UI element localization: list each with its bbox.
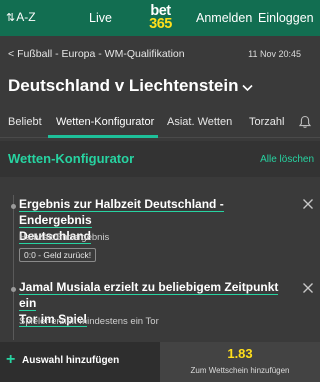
az-menu-button[interactable]: ⇅ A-Z xyxy=(6,10,36,24)
timeline-dot xyxy=(11,204,16,209)
live-link[interactable]: Live xyxy=(89,11,112,25)
einloggen-button[interactable]: Einloggen xyxy=(258,11,314,25)
bet365-logo[interactable]: bet 365 xyxy=(139,0,182,36)
logo-text-bottom: 365 xyxy=(149,16,172,32)
bell-icon[interactable] xyxy=(298,115,312,129)
breadcrumb-text: Fußball - Europa - WM-Qualifikation xyxy=(17,48,185,60)
combined-odds: 1.83 xyxy=(227,346,253,361)
selection-title-line: Jamal Musiala erzielt zu beliebigem Zeit… xyxy=(19,280,279,311)
match-title[interactable]: Deutschland v Liechtenstein xyxy=(8,76,239,96)
selection-title-line: Ergebnis zur Halbzeit Deutschland - Ende… xyxy=(19,197,224,228)
tab-torzahl[interactable]: Torzahl xyxy=(249,116,284,128)
clear-all-button[interactable]: Alle löschen xyxy=(260,154,314,165)
timeline-dot xyxy=(11,287,16,292)
az-label: A-Z xyxy=(16,10,36,24)
breadcrumb[interactable]: < Fußball - Europa - WM-Qualifikation xyxy=(8,48,185,60)
add-to-betslip-button[interactable]: 1.83 Zum Wettschein hinzufügen xyxy=(160,342,320,382)
close-icon[interactable] xyxy=(302,282,314,294)
top-bar: ⇅ A-Z Live bet 365 Anmelden Einloggen xyxy=(0,0,320,36)
chevron-left-icon: < xyxy=(8,48,15,60)
anmelden-button[interactable]: Anmelden xyxy=(196,11,252,25)
selection-subtitle: Spieler erzielt mindestens ein Tor xyxy=(19,316,159,327)
active-tab-indicator xyxy=(48,135,158,138)
konfigurator-header: Wetten-Konfigurator Alle löschen xyxy=(0,141,320,177)
close-icon[interactable] xyxy=(302,198,314,210)
add-selection-label: Auswahl hinzufügen xyxy=(22,355,120,366)
match-datetime: 11 Nov 20:45 xyxy=(248,49,301,59)
tab-asiat-wetten[interactable]: Asiat. Wetten xyxy=(167,116,232,128)
timeline-line xyxy=(13,195,14,340)
breadcrumb-row: < Fußball - Europa - WM-Qualifikation 11 … xyxy=(0,36,320,72)
selection-subtitle: Halbzeit/Endergebnis xyxy=(19,232,110,243)
tab-wetten-konfigurator[interactable]: Wetten-Konfigurator xyxy=(56,116,154,128)
tab-beliebt[interactable]: Beliebt xyxy=(8,116,42,128)
bottom-bar: + Auswahl hinzufügen 1.83 Zum Wettschein… xyxy=(0,342,320,382)
plus-icon: + xyxy=(6,351,16,368)
chevron-down-icon[interactable] xyxy=(242,84,253,92)
konfigurator-title: Wetten-Konfigurator xyxy=(8,151,135,166)
market-tabs: Beliebt Wetten-Konfigurator Asiat. Wette… xyxy=(0,108,320,138)
add-to-betslip-label: Zum Wettschein hinzufügen xyxy=(190,366,290,375)
sort-arrows-icon: ⇅ xyxy=(6,11,15,24)
add-selection-button[interactable]: + Auswahl hinzufügen xyxy=(0,342,160,382)
money-back-badge: 0:0 - Geld zurück! xyxy=(19,248,97,262)
